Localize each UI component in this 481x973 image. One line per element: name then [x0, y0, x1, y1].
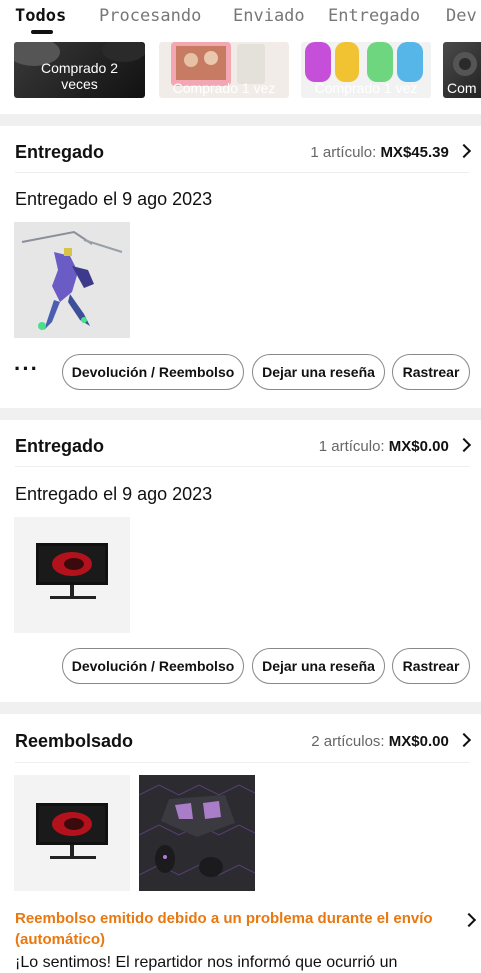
order-summary-link[interactable]: 1 artículo: MX$0.00: [318, 437, 472, 455]
divider: [15, 172, 469, 173]
track-button[interactable]: Rastrear: [392, 354, 470, 390]
product-image: [14, 222, 130, 338]
tab-entregado[interactable]: Entregado: [328, 6, 420, 26]
tab-todos[interactable]: Todos: [15, 6, 66, 26]
purchase-count-label: Comprado 1 vez: [172, 80, 276, 96]
order-total: MX$0.00: [388, 438, 449, 455]
divider: [15, 762, 469, 763]
order-status: Reembolsado: [15, 731, 134, 751]
refund-reason-link[interactable]: Reembolso emitido debido a un problema d…: [15, 908, 455, 950]
recent-purchase-thumb[interactable]: Com: [443, 42, 481, 98]
section-divider: [0, 702, 481, 714]
product-thumbnail[interactable]: [14, 222, 130, 338]
order-status: Entregado: [15, 142, 105, 162]
leave-review-button[interactable]: Dejar una reseña: [252, 648, 385, 684]
track-button[interactable]: Rastrear: [392, 648, 470, 684]
order-status: Entregado: [15, 436, 105, 456]
delivery-date: Entregado el 9 ago 2023: [15, 189, 213, 209]
divider: [15, 466, 469, 467]
tab-procesando[interactable]: Procesando: [99, 6, 201, 26]
product-thumbnail[interactable]: [14, 775, 130, 891]
purchase-count-label: Com: [447, 80, 477, 96]
active-tab-indicator: [31, 30, 53, 34]
recent-purchases-row: Comprado 2 veces Comprado 1 vez Comprado…: [0, 42, 481, 100]
tab-enviado[interactable]: Enviado: [233, 6, 305, 26]
delivery-date: Entregado el 9 ago 2023: [15, 484, 213, 504]
tab-devoluciones[interactable]: Dev: [446, 6, 477, 26]
product-thumbnail[interactable]: [139, 775, 255, 891]
item-count: 1 artículo:: [318, 438, 385, 455]
order-total: MX$0.00: [388, 733, 449, 750]
order-summary-link[interactable]: 1 artículo: MX$45.39: [310, 143, 472, 161]
product-image: [36, 543, 108, 599]
order-total: MX$45.39: [380, 144, 449, 161]
item-count: 1 artículo:: [310, 144, 377, 161]
purchase-count-label: Comprado 2 veces: [40, 60, 119, 92]
leave-review-button[interactable]: Dejar una reseña: [252, 354, 385, 390]
chevron-right-icon: [456, 732, 472, 748]
chevron-right-icon: [456, 437, 472, 453]
status-tabs: Todos Procesando Enviado Entregado Dev: [0, 0, 481, 42]
recent-purchase-thumb[interactable]: Comprado 1 vez: [301, 42, 431, 98]
chevron-right-icon: [456, 143, 472, 159]
section-divider: [0, 114, 481, 126]
refund-reason-text: Reembolso emitido debido a un problema d…: [15, 910, 433, 948]
order-summary-link[interactable]: 2 artículos: MX$0.00: [311, 732, 472, 750]
item-count: 2 artículos:: [311, 733, 385, 750]
product-image: [36, 803, 108, 859]
chevron-right-icon: [461, 912, 477, 928]
recent-purchase-thumb[interactable]: Comprado 2 veces: [14, 42, 145, 98]
more-options-icon[interactable]: ···: [14, 356, 39, 382]
recent-purchase-thumb[interactable]: Comprado 1 vez: [159, 42, 289, 98]
return-refund-button[interactable]: Devolución / Reembolso: [62, 354, 244, 390]
product-image: [139, 775, 255, 891]
return-refund-button[interactable]: Devolución / Reembolso: [62, 648, 244, 684]
product-thumbnail[interactable]: [14, 517, 130, 633]
section-divider: [0, 408, 481, 420]
purchase-count-label: Comprado 1 vez: [314, 80, 418, 96]
refund-description: ¡Lo sentimos! El repartidor nos informó …: [15, 954, 398, 971]
